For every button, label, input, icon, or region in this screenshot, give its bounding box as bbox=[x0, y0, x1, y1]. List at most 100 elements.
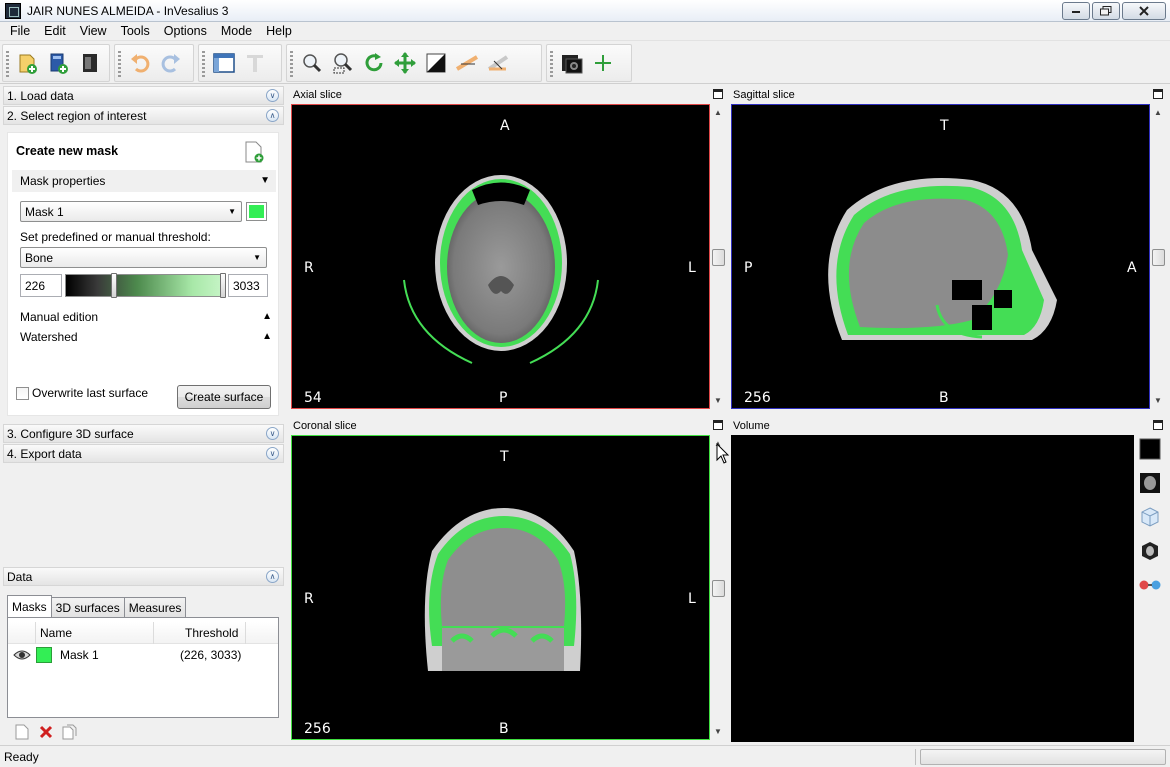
measure-linear-icon[interactable] bbox=[452, 48, 482, 78]
column-threshold[interactable]: Threshold bbox=[154, 622, 246, 644]
menu-mode[interactable]: Mode bbox=[214, 24, 259, 38]
column-name[interactable]: Name bbox=[36, 622, 154, 644]
section-data-label: Data bbox=[7, 569, 33, 584]
menu-file[interactable]: File bbox=[3, 24, 37, 38]
maximize-icon[interactable] bbox=[1153, 89, 1163, 99]
minimize-button[interactable] bbox=[1062, 2, 1090, 20]
sagittal-view[interactable]: T B P A 256 bbox=[731, 104, 1150, 409]
threshold-max-handle[interactable] bbox=[220, 273, 226, 298]
section-load-data[interactable]: 1. Load data ∨ bbox=[3, 86, 284, 105]
create-surface-button[interactable]: Create surface bbox=[177, 385, 271, 409]
cross-icon[interactable] bbox=[588, 48, 618, 78]
mask-properties-toggle[interactable]: Mask properties ▼ bbox=[12, 170, 276, 192]
section-data[interactable]: Data ∧ bbox=[3, 567, 284, 586]
coronal-scroll-thumb[interactable] bbox=[712, 580, 725, 597]
contrast-icon[interactable] bbox=[421, 48, 451, 78]
axial-top-label: A bbox=[500, 118, 510, 134]
menu-edit[interactable]: Edit bbox=[37, 24, 73, 38]
collapse-icon[interactable]: ∧ bbox=[266, 570, 279, 583]
sagittal-scroll-thumb[interactable] bbox=[1152, 249, 1165, 266]
section-export-data[interactable]: 4. Export data ∨ bbox=[3, 444, 284, 463]
measure-angular-icon[interactable] bbox=[483, 48, 513, 78]
maximize-icon[interactable] bbox=[713, 420, 723, 430]
watershed-label[interactable]: Watershed bbox=[20, 330, 78, 344]
import-project-icon[interactable] bbox=[44, 48, 74, 78]
stereo-glasses-icon[interactable] bbox=[1137, 572, 1163, 598]
background-color-icon[interactable] bbox=[1137, 436, 1163, 462]
threshold-slider[interactable] bbox=[65, 273, 226, 298]
maximize-icon[interactable] bbox=[1153, 420, 1163, 430]
axial-scroll-thumb[interactable] bbox=[712, 249, 725, 266]
layout-icon[interactable] bbox=[209, 48, 239, 78]
sagittal-scrollbar[interactable]: ▲ ▼ bbox=[1150, 104, 1167, 409]
coronal-scrollbar[interactable]: ▲ ▼ bbox=[710, 435, 727, 740]
menu-bar: File Edit View Tools Options Mode Help bbox=[0, 22, 1170, 41]
new-mask-button[interactable] bbox=[13, 723, 31, 741]
duplicate-mask-button[interactable] bbox=[61, 723, 79, 741]
tab-masks[interactable]: Masks bbox=[7, 595, 52, 618]
raycasting-icon[interactable] bbox=[1137, 470, 1163, 496]
expand-icon[interactable]: ∨ bbox=[266, 447, 279, 460]
section-configure-surface-label: 3. Configure 3D surface bbox=[7, 426, 134, 441]
menu-help[interactable]: Help bbox=[259, 24, 299, 38]
new-mask-icon[interactable] bbox=[244, 141, 264, 163]
mask-select[interactable]: Mask 1 ▼ bbox=[20, 201, 242, 222]
manual-edition-label[interactable]: Manual edition bbox=[20, 310, 98, 324]
pan-icon[interactable] bbox=[390, 48, 420, 78]
triangle-up-icon[interactable]: ▲ bbox=[262, 311, 272, 322]
mask-color-swatch bbox=[249, 205, 264, 218]
close-project-icon[interactable] bbox=[75, 48, 105, 78]
threshold-max-input[interactable]: 3033 bbox=[228, 274, 268, 297]
data-tabs: Masks 3D surfaces Measures bbox=[7, 595, 187, 618]
coronal-image bbox=[424, 508, 582, 671]
volume-header: Volume bbox=[730, 417, 1167, 435]
toolbar bbox=[0, 42, 1170, 84]
tab-measures[interactable]: Measures bbox=[123, 597, 187, 618]
menu-options[interactable]: Options bbox=[157, 24, 214, 38]
threshold-min-input[interactable]: 226 bbox=[20, 274, 62, 297]
maximize-icon[interactable] bbox=[713, 89, 723, 99]
zoom-region-icon[interactable] bbox=[328, 48, 358, 78]
expand-icon[interactable]: ∨ bbox=[266, 427, 279, 440]
undo-icon[interactable] bbox=[125, 48, 155, 78]
close-button[interactable] bbox=[1122, 2, 1166, 20]
axial-scrollbar[interactable]: ▲ ▼ bbox=[710, 104, 727, 409]
rotate-icon[interactable] bbox=[359, 48, 389, 78]
list-item[interactable]: Mask 1 (226, 3033) bbox=[8, 645, 278, 665]
axial-view[interactable]: A P R L 54 bbox=[291, 104, 710, 409]
expand-icon[interactable]: ∨ bbox=[266, 89, 279, 102]
redo-icon[interactable] bbox=[156, 48, 186, 78]
text-icon[interactable] bbox=[240, 48, 270, 78]
section-load-data-label: 1. Load data bbox=[7, 88, 74, 103]
section-configure-surface[interactable]: 3. Configure 3D surface ∨ bbox=[3, 424, 284, 443]
axial-title: Axial slice bbox=[293, 89, 342, 101]
stereo-icon[interactable] bbox=[1137, 538, 1163, 564]
threshold-preset-select[interactable]: Bone ▼ bbox=[20, 247, 267, 268]
tab-3d-surfaces[interactable]: 3D surfaces bbox=[50, 597, 125, 618]
triangle-up-icon[interactable]: ▲ bbox=[262, 331, 272, 342]
coronal-view[interactable]: T B R L 256 bbox=[291, 435, 710, 740]
delete-mask-button[interactable] bbox=[37, 723, 55, 741]
window-controls bbox=[1062, 2, 1166, 20]
restore-button[interactable] bbox=[1092, 2, 1120, 20]
menu-tools[interactable]: Tools bbox=[114, 24, 157, 38]
threshold-min-handle[interactable] bbox=[111, 273, 117, 298]
dropdown-arrow-icon: ▼ bbox=[253, 253, 261, 262]
eye-icon[interactable] bbox=[8, 649, 36, 661]
coronal-title: Coronal slice bbox=[293, 420, 357, 432]
menu-view[interactable]: View bbox=[73, 24, 114, 38]
mask-color-button[interactable] bbox=[246, 202, 267, 221]
masks-list-header: Name Threshold bbox=[8, 622, 278, 644]
import-dicom-icon[interactable] bbox=[13, 48, 43, 78]
volume-view[interactable] bbox=[731, 435, 1134, 742]
collapse-icon[interactable]: ∧ bbox=[266, 109, 279, 122]
overwrite-surface-checkbox[interactable] bbox=[16, 387, 29, 400]
view-orientation-icon[interactable] bbox=[1137, 504, 1163, 530]
coronal-slice-number: 256 bbox=[304, 721, 331, 737]
section-select-roi-label: 2. Select region of interest bbox=[7, 108, 147, 123]
zoom-icon[interactable] bbox=[297, 48, 327, 78]
column-visibility[interactable] bbox=[8, 622, 36, 644]
roi-panel: Create new mask Mask properties ▼ Mask 1… bbox=[7, 132, 279, 416]
screenshot-icon[interactable] bbox=[557, 48, 587, 78]
section-select-roi[interactable]: 2. Select region of interest ∧ bbox=[3, 106, 284, 125]
